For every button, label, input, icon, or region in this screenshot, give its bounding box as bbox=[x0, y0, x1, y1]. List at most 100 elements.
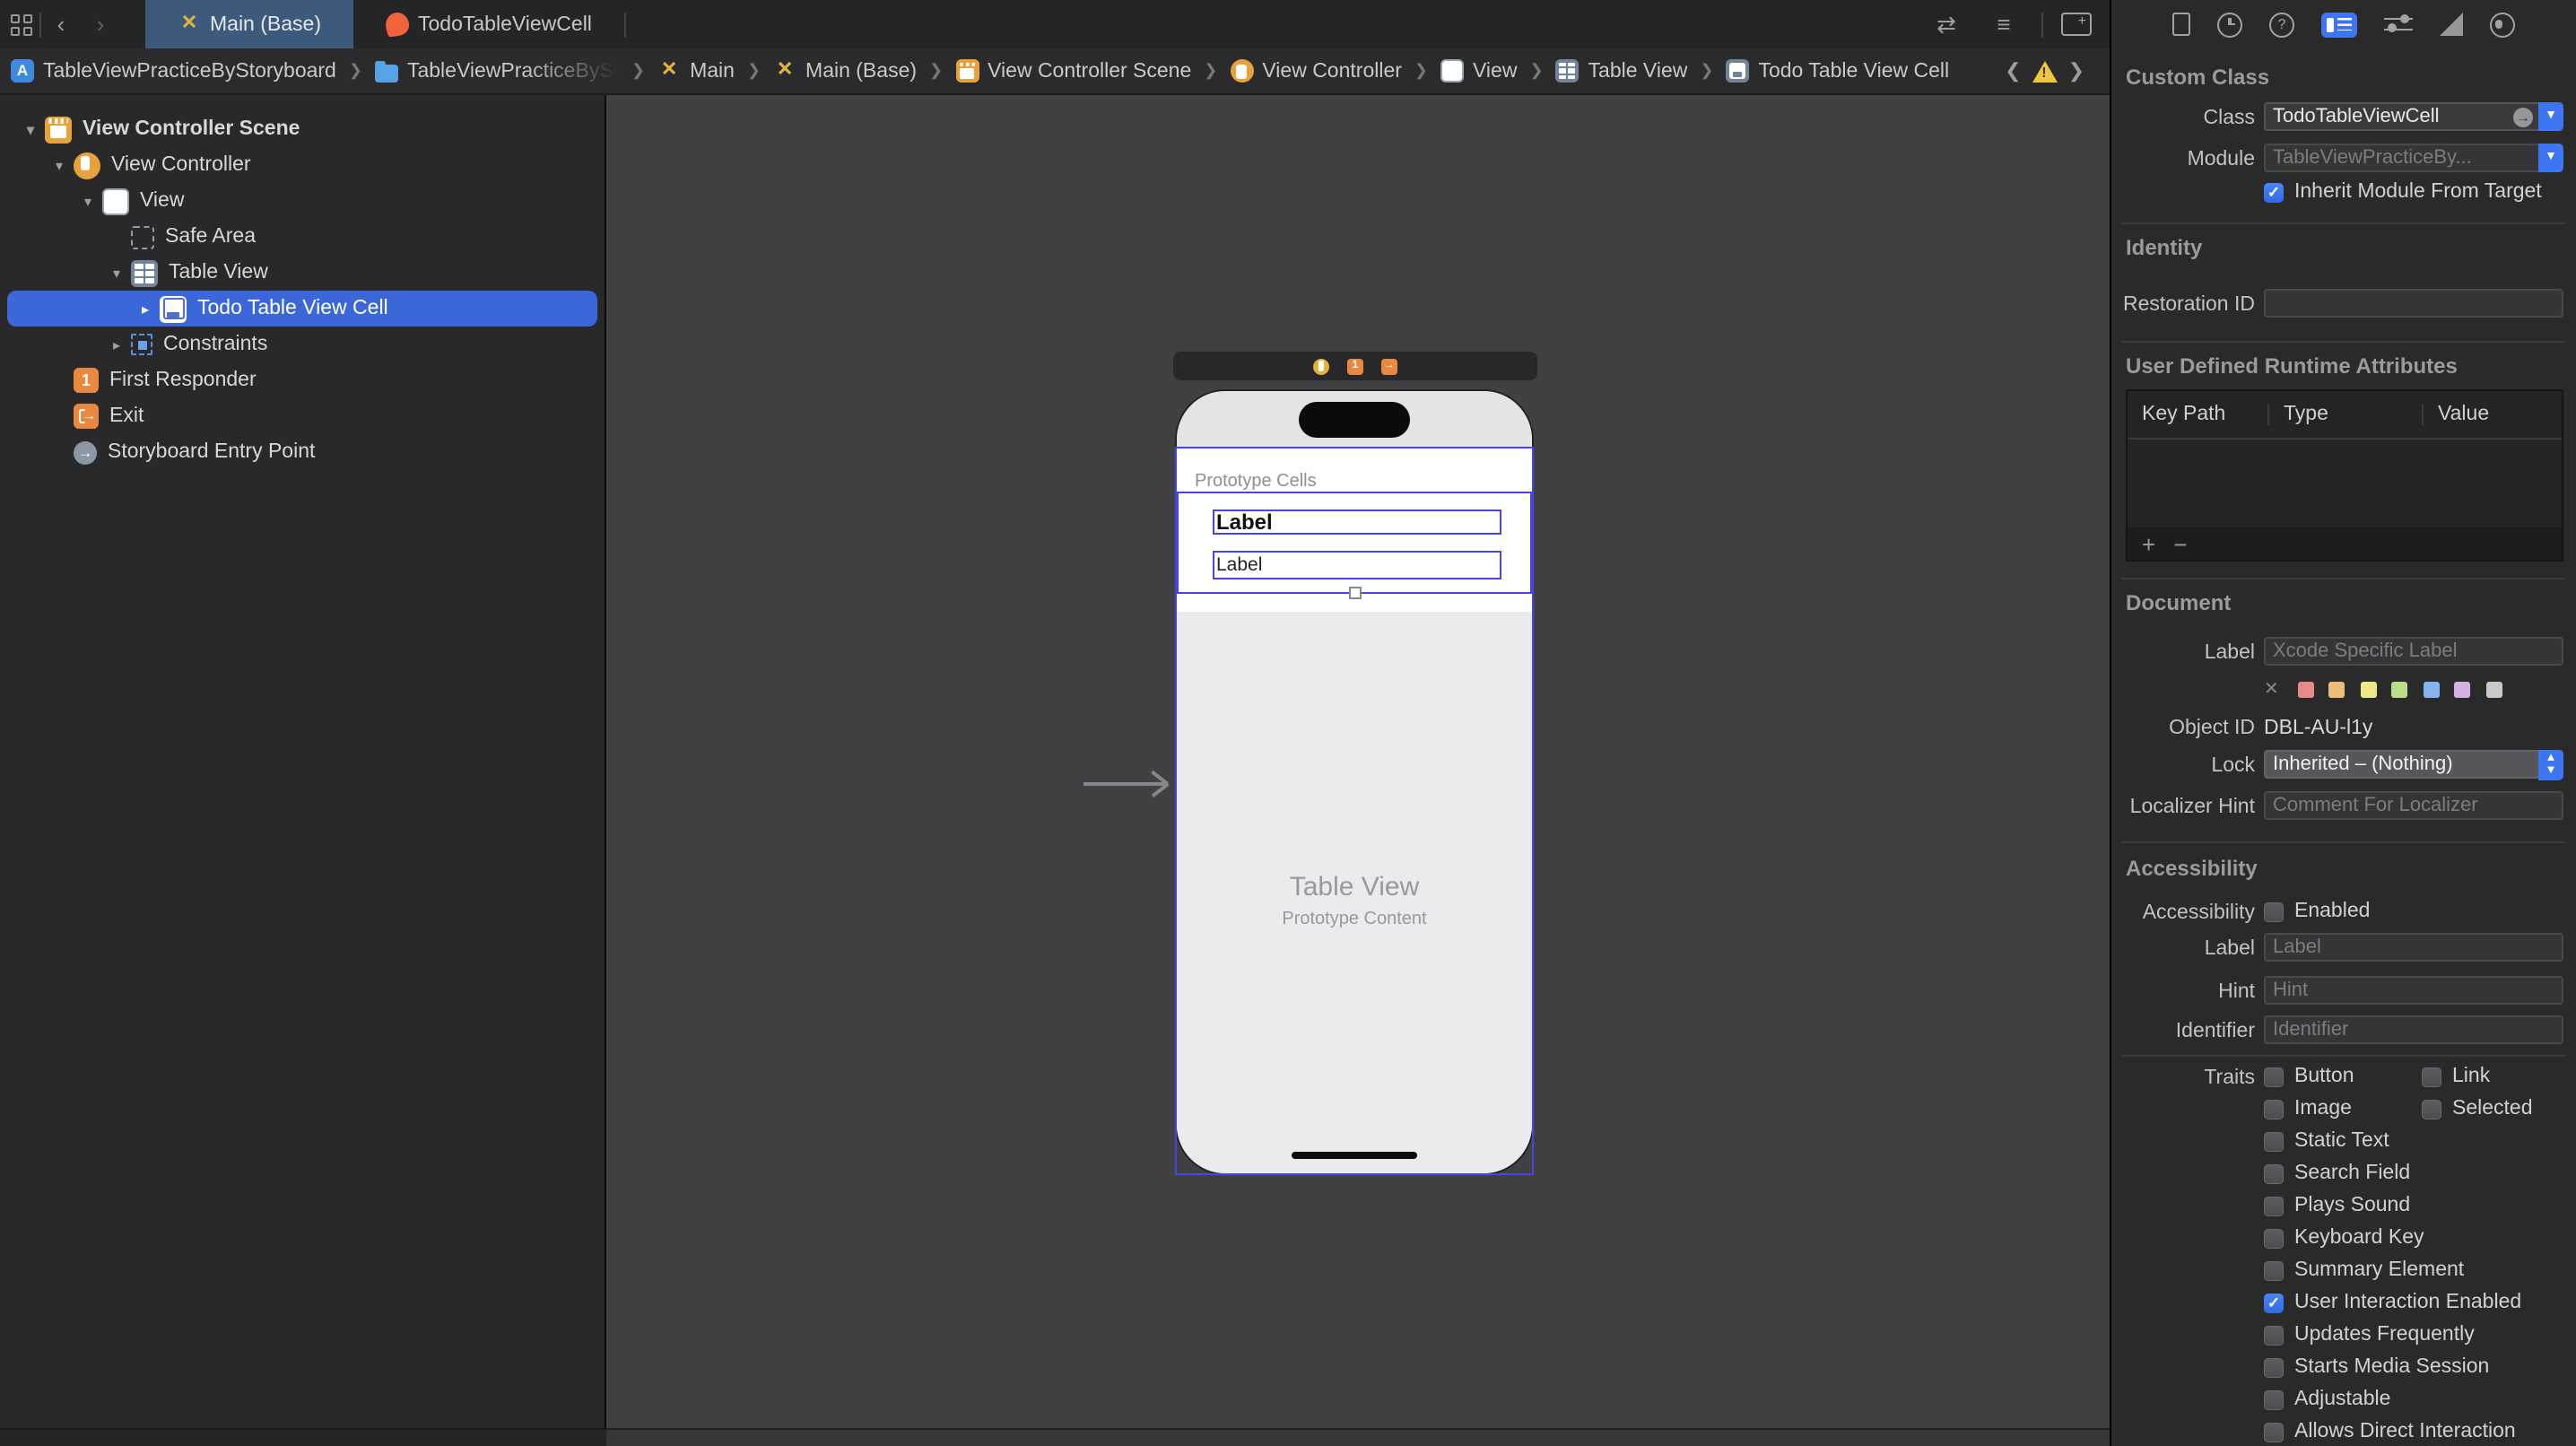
document-label-field[interactable]: Xcode Specific Label bbox=[2264, 637, 2563, 666]
outline-item-exit[interactable]: Exit bbox=[7, 398, 597, 434]
cell-title-label[interactable]: Label bbox=[1213, 509, 1501, 534]
code-review-icon[interactable]: ⇄ bbox=[1927, 10, 1966, 39]
class-field[interactable]: TodoTableViewCell → ▼ bbox=[2264, 102, 2563, 131]
outline-item-todo-table-view-cell[interactable]: ▸ Todo Table View Cell bbox=[7, 291, 597, 327]
forward-button[interactable]: › bbox=[81, 0, 120, 48]
file-inspector-icon[interactable] bbox=[2172, 13, 2190, 36]
identity-inspector-icon[interactable] bbox=[2321, 12, 2357, 37]
breadcrumb-table-view[interactable]: Table View bbox=[1588, 60, 1688, 82]
jump-to-class-icon[interactable]: → bbox=[2513, 107, 2533, 126]
outline-item-view-controller[interactable]: ▾ View Controller bbox=[7, 147, 597, 183]
color-swatch-red[interactable] bbox=[2297, 682, 2314, 698]
column-value[interactable]: Value bbox=[2422, 404, 2562, 425]
color-swatch-green[interactable] bbox=[2391, 682, 2408, 698]
outline-item-safe-area[interactable]: Safe Area bbox=[7, 219, 597, 255]
class-dropdown-button[interactable]: ▼ bbox=[2538, 102, 2563, 131]
breadcrumb-scene[interactable]: View Controller Scene bbox=[988, 60, 1191, 82]
warning-icon[interactable] bbox=[2032, 60, 2058, 82]
accessibility-enabled-checkbox[interactable] bbox=[2264, 902, 2284, 921]
lock-dropdown-button[interactable]: ▲ ▼ bbox=[2538, 750, 2563, 780]
cell-subtitle-label[interactable]: Label bbox=[1213, 550, 1501, 579]
disclosure-icon[interactable]: ▸ bbox=[108, 336, 126, 353]
trait-allows-direct-interaction-checkbox[interactable] bbox=[2264, 1422, 2284, 1442]
history-inspector-icon[interactable] bbox=[2217, 12, 2242, 37]
tab-todotableviewcell[interactable]: TodoTableViewCell bbox=[353, 0, 624, 48]
restoration-id-field[interactable] bbox=[2264, 289, 2563, 318]
outline-item-table-view[interactable]: ▾ Table View bbox=[7, 255, 597, 291]
inherit-module-checkbox[interactable] bbox=[2264, 182, 2284, 202]
trait-user-interaction-checkbox[interactable] bbox=[2264, 1293, 2284, 1312]
cell-resize-handle[interactable] bbox=[1349, 587, 1362, 599]
trait-button-checkbox[interactable] bbox=[2264, 1067, 2284, 1086]
related-items-icon[interactable] bbox=[11, 13, 32, 35]
color-swatch-orange[interactable] bbox=[2328, 682, 2345, 698]
next-issue-button[interactable]: ❯ bbox=[2068, 59, 2084, 83]
disclosure-icon[interactable]: ▾ bbox=[108, 265, 126, 281]
tab-main-storyboard[interactable]: Main (Base) bbox=[145, 0, 353, 48]
trait-selected-checkbox[interactable] bbox=[2422, 1099, 2441, 1119]
trait-keyboard-key-checkbox[interactable] bbox=[2264, 1228, 2284, 1248]
disclosure-icon[interactable]: ▾ bbox=[79, 193, 97, 209]
breadcrumb-cell[interactable]: Todo Table View Cell bbox=[1758, 60, 1949, 82]
outline-item-constraints[interactable]: ▸ Constraints bbox=[7, 327, 597, 362]
accessibility-hint-placeholder: Hint bbox=[2273, 980, 2309, 1001]
column-key-path[interactable]: Key Path bbox=[2128, 404, 2267, 425]
dock-exit-icon[interactable] bbox=[1381, 358, 1397, 374]
add-editor-icon[interactable]: + bbox=[2061, 13, 2092, 36]
interface-builder-canvas[interactable]: Prototype Cells Table View Prototype Con… bbox=[606, 95, 2110, 1446]
module-field[interactable]: TableViewPracticeBy... ▼ bbox=[2264, 144, 2563, 172]
column-type[interactable]: Type bbox=[2267, 404, 2422, 425]
size-inspector-icon[interactable] bbox=[2440, 13, 2463, 36]
prev-issue-button[interactable]: ❮ bbox=[2005, 59, 2021, 83]
dock-first-responder-icon[interactable] bbox=[1347, 358, 1363, 374]
outline-filter-bar[interactable] bbox=[0, 1428, 606, 1446]
trait-link-checkbox[interactable] bbox=[2422, 1067, 2441, 1086]
jump-bar: TableViewPracticeByStoryboard ❯ TableVie… bbox=[0, 48, 2110, 95]
dock-view-controller-icon[interactable] bbox=[1313, 358, 1329, 374]
trait-plays-sound-checkbox[interactable] bbox=[2264, 1196, 2284, 1215]
back-button[interactable]: ‹ bbox=[41, 0, 81, 48]
remove-attribute-button[interactable]: − bbox=[2173, 530, 2187, 557]
accessibility-identifier-field[interactable]: Identifier bbox=[2264, 1015, 2563, 1044]
module-dropdown-button[interactable]: ▼ bbox=[2538, 144, 2563, 172]
disclosure-icon[interactable]: ▾ bbox=[22, 121, 39, 137]
accessibility-identifier-label: Identifier bbox=[2175, 1021, 2255, 1042]
todo-table-view-cell-canvas[interactable]: Label Label bbox=[1177, 492, 1532, 594]
color-swatch-blue[interactable] bbox=[2423, 682, 2440, 698]
disclosure-icon[interactable]: ▸ bbox=[136, 301, 154, 317]
color-swatch-yellow[interactable] bbox=[2360, 682, 2377, 698]
outline-item-view[interactable]: ▾ View bbox=[7, 183, 597, 219]
trait-static-text-checkbox[interactable] bbox=[2264, 1131, 2284, 1151]
add-attribute-button[interactable]: + bbox=[2142, 530, 2155, 557]
trait-adjustable-checkbox[interactable] bbox=[2264, 1389, 2284, 1409]
breadcrumb-main-base[interactable]: Main (Base) bbox=[805, 60, 917, 82]
breadcrumb-view-controller[interactable]: View Controller bbox=[1262, 60, 1402, 82]
color-swatch-gray[interactable] bbox=[2485, 682, 2502, 698]
localizer-hint-field[interactable]: Comment For Localizer bbox=[2264, 791, 2563, 820]
storyboard-entry-point-arrow[interactable] bbox=[1083, 782, 1166, 785]
breadcrumb-view[interactable]: View bbox=[1473, 60, 1517, 82]
disclosure-icon[interactable]: ▾ bbox=[50, 157, 68, 173]
lock-dropdown[interactable]: Inherited – (Nothing) ▲ ▼ bbox=[2264, 750, 2563, 780]
color-swatch-purple[interactable] bbox=[2454, 682, 2471, 698]
divider bbox=[2041, 12, 2043, 37]
runtime-attributes-table[interactable]: Key Path Type Value + − bbox=[2126, 389, 2563, 562]
trait-summary-element-checkbox[interactable] bbox=[2264, 1260, 2284, 1280]
trait-updates-frequently-checkbox[interactable] bbox=[2264, 1325, 2284, 1345]
accessibility-hint-field[interactable]: Hint bbox=[2264, 976, 2563, 1005]
breadcrumb-main[interactable]: Main bbox=[690, 60, 735, 82]
outline-item-first-responder[interactable]: First Responder bbox=[7, 362, 597, 398]
breadcrumb-group[interactable]: TableViewPracticeByStoryboa bbox=[407, 60, 619, 82]
breadcrumb-project[interactable]: TableViewPracticeByStoryboard bbox=[43, 60, 336, 82]
no-color-icon[interactable]: ✕ bbox=[2264, 680, 2279, 700]
outline-item-view-controller-scene[interactable]: ▾ View Controller Scene bbox=[7, 111, 597, 147]
accessibility-label-field[interactable]: Label bbox=[2264, 933, 2563, 962]
quick-help-inspector-icon[interactable] bbox=[2269, 12, 2294, 37]
adjust-editor-options-icon[interactable]: ≡ bbox=[1984, 11, 2023, 38]
connections-inspector-icon[interactable] bbox=[2490, 12, 2515, 37]
attributes-inspector-icon[interactable] bbox=[2384, 12, 2413, 37]
trait-image-checkbox[interactable] bbox=[2264, 1099, 2284, 1119]
trait-search-field-checkbox[interactable] bbox=[2264, 1163, 2284, 1183]
outline-item-storyboard-entry-point[interactable]: Storyboard Entry Point bbox=[7, 434, 597, 470]
trait-starts-media-checkbox[interactable] bbox=[2264, 1357, 2284, 1377]
